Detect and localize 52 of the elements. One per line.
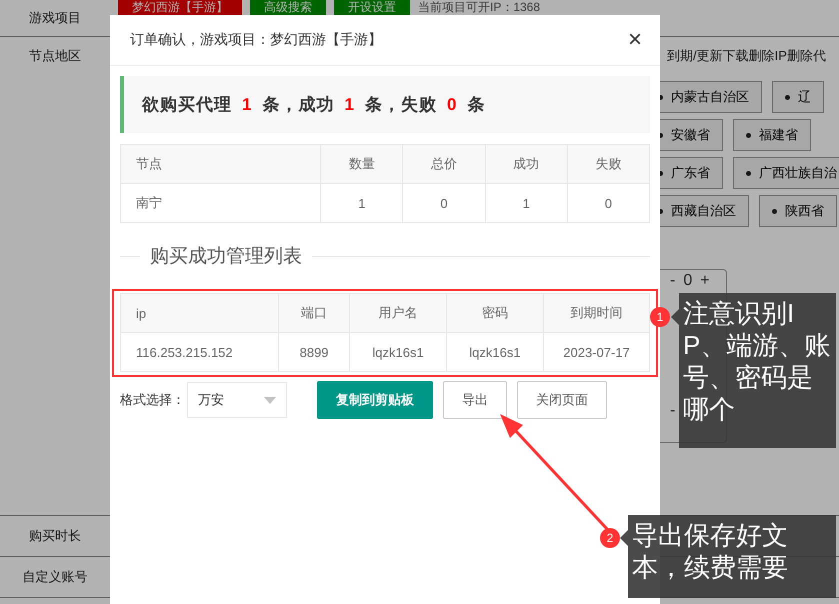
- table-cell: 1: [485, 184, 568, 222]
- format-label: 格式选择：: [120, 391, 185, 409]
- table-cell: 2023-07-17: [544, 332, 650, 372]
- notice-text: 到期/更新下载删除IP删除代: [666, 47, 827, 65]
- table-cell: lqzk16s1: [350, 332, 446, 372]
- ip-count: 当前项目可开IP：1368: [418, 0, 540, 15]
- table-cell: 南宁: [120, 184, 321, 222]
- table-cell: 0: [402, 184, 486, 222]
- table-cell: 0: [567, 184, 650, 222]
- column-header: 总价: [402, 144, 486, 184]
- stepper-value: 0: [683, 272, 692, 290]
- column-header: 数量: [320, 144, 403, 184]
- summary-count: 0: [446, 94, 458, 114]
- minus-control[interactable]: -: [670, 402, 676, 420]
- toolbar-button[interactable]: 梦幻西游【手游】: [118, 0, 242, 15]
- section-title: 购买成功管理列表: [149, 245, 303, 269]
- table-cell: 8899: [278, 332, 350, 372]
- summary-text: 条，失败: [364, 94, 437, 116]
- toolbar-button[interactable]: 开设设置: [334, 0, 410, 15]
- region-chip[interactable]: 辽: [772, 81, 824, 113]
- caret-icon: [264, 396, 276, 404]
- minus-control[interactable]: -: [670, 272, 676, 290]
- dialog-button[interactable]: 关闭页面: [517, 381, 607, 419]
- summary-text: 条: [467, 94, 486, 116]
- close-button[interactable]: ×: [628, 28, 642, 52]
- column-header: ip: [120, 294, 278, 332]
- dialog-title: 订单确认，游戏项目：梦幻西游【手游】: [130, 31, 382, 49]
- column-header: 到期时间: [544, 294, 650, 332]
- dialog-button[interactable]: 复制到剪贴板: [317, 381, 433, 419]
- table-cell: 1: [320, 184, 403, 222]
- dialog-button[interactable]: 导出: [443, 381, 507, 419]
- table-cell: 116.253.215.152: [120, 332, 278, 372]
- summary-count: 1: [242, 94, 252, 114]
- summary-text: 欲购买代理: [142, 94, 232, 116]
- column-header: 用户名: [350, 294, 446, 332]
- plus-control[interactable]: +: [700, 272, 710, 290]
- step-badge: 1: [650, 307, 670, 327]
- region-chip[interactable]: 陕西省: [759, 195, 837, 227]
- column-header: 成功: [485, 144, 568, 184]
- column-header: 节点: [120, 144, 321, 184]
- toolbar-button[interactable]: 高级搜索: [250, 0, 326, 15]
- annotation-callout: 注意识别IP、端游、账号、密码是哪个: [679, 293, 836, 448]
- column-header: 失败: [567, 144, 650, 184]
- column-header: 密码: [446, 294, 544, 332]
- region-chip[interactable]: 福建省: [733, 119, 811, 151]
- format-select[interactable]: 万安: [187, 382, 287, 418]
- summary-count: 1: [344, 94, 355, 114]
- column-header: 端口: [278, 294, 350, 332]
- annotation-callout: 导出保存好文本，续费需要: [628, 515, 836, 598]
- summary-text: 条，成功: [262, 94, 334, 116]
- region-chip[interactable]: 广西壮族自治: [733, 157, 839, 189]
- table-cell: lqzk16s1: [446, 332, 544, 372]
